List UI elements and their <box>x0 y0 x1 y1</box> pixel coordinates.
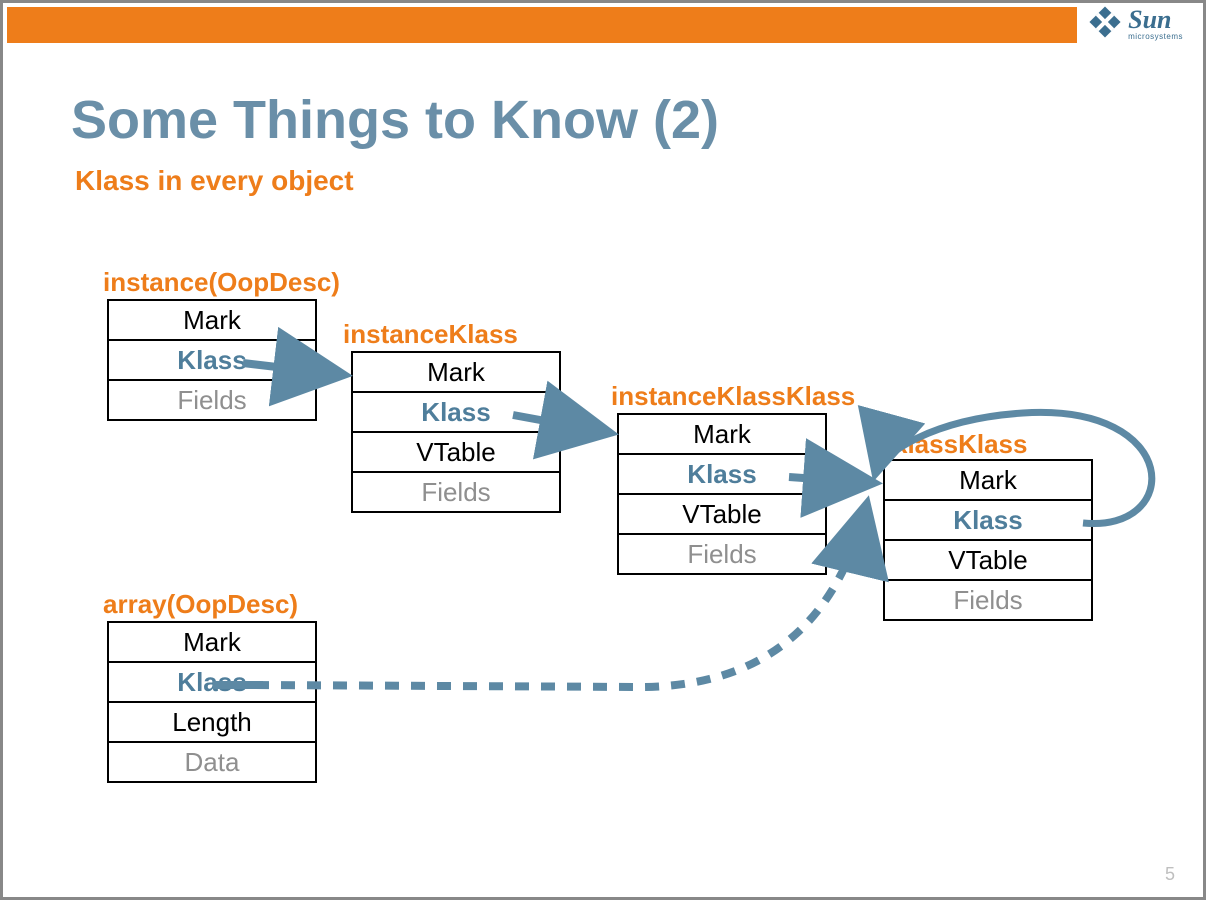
cell-fields: Fields <box>352 472 560 512</box>
cell-vtable: VTable <box>352 432 560 472</box>
cell-klass: Klass <box>884 500 1092 540</box>
cell-data: Data <box>108 742 316 782</box>
box-array-oop: Mark Klass Length Data <box>107 621 317 783</box>
sun-logo-label: Sun <box>1128 8 1171 31</box>
box-instance-klass-klass: Mark Klass VTable Fields <box>617 413 827 575</box>
sun-logo-icon <box>1088 5 1122 44</box>
cell-mark: Mark <box>884 460 1092 500</box>
cell-length: Length <box>108 702 316 742</box>
label-instance-klass-klass: instanceKlassKlass <box>611 381 855 412</box>
slide: Sun microsystems Some Things to Know (2)… <box>0 0 1206 900</box>
cell-fields: Fields <box>618 534 826 574</box>
cell-mark: Mark <box>352 352 560 392</box>
label-instance-oop: instance(OopDesc) <box>103 267 340 298</box>
cell-fields: Fields <box>884 580 1092 620</box>
cell-klass: Klass <box>352 392 560 432</box>
cell-mark: Mark <box>618 414 826 454</box>
label-instance-klass: instanceKlass <box>343 319 518 350</box>
header-orange-bar <box>7 7 1077 43</box>
cell-vtable: VTable <box>884 540 1092 580</box>
box-instance-klass: Mark Klass VTable Fields <box>351 351 561 513</box>
cell-mark: Mark <box>108 300 316 340</box>
cell-fields: Fields <box>108 380 316 420</box>
label-array-oop: array(OopDesc) <box>103 589 298 620</box>
box-klass-klass: Mark Klass VTable Fields <box>883 459 1093 621</box>
sun-logo-sublabel: microsystems <box>1128 32 1183 41</box>
cell-klass: Klass <box>108 662 316 702</box>
sun-logo: Sun microsystems <box>1088 5 1183 44</box>
cell-klass: Klass <box>618 454 826 494</box>
page-number: 5 <box>1165 864 1175 885</box>
page-title: Some Things to Know (2) <box>71 89 719 151</box>
cell-klass: Klass <box>108 340 316 380</box>
label-klass-klass: klassKlass <box>893 429 1027 460</box>
cell-mark: Mark <box>108 622 316 662</box>
cell-vtable: VTable <box>618 494 826 534</box>
page-subtitle: Klass in every object <box>75 165 354 197</box>
box-instance-oop: Mark Klass Fields <box>107 299 317 421</box>
